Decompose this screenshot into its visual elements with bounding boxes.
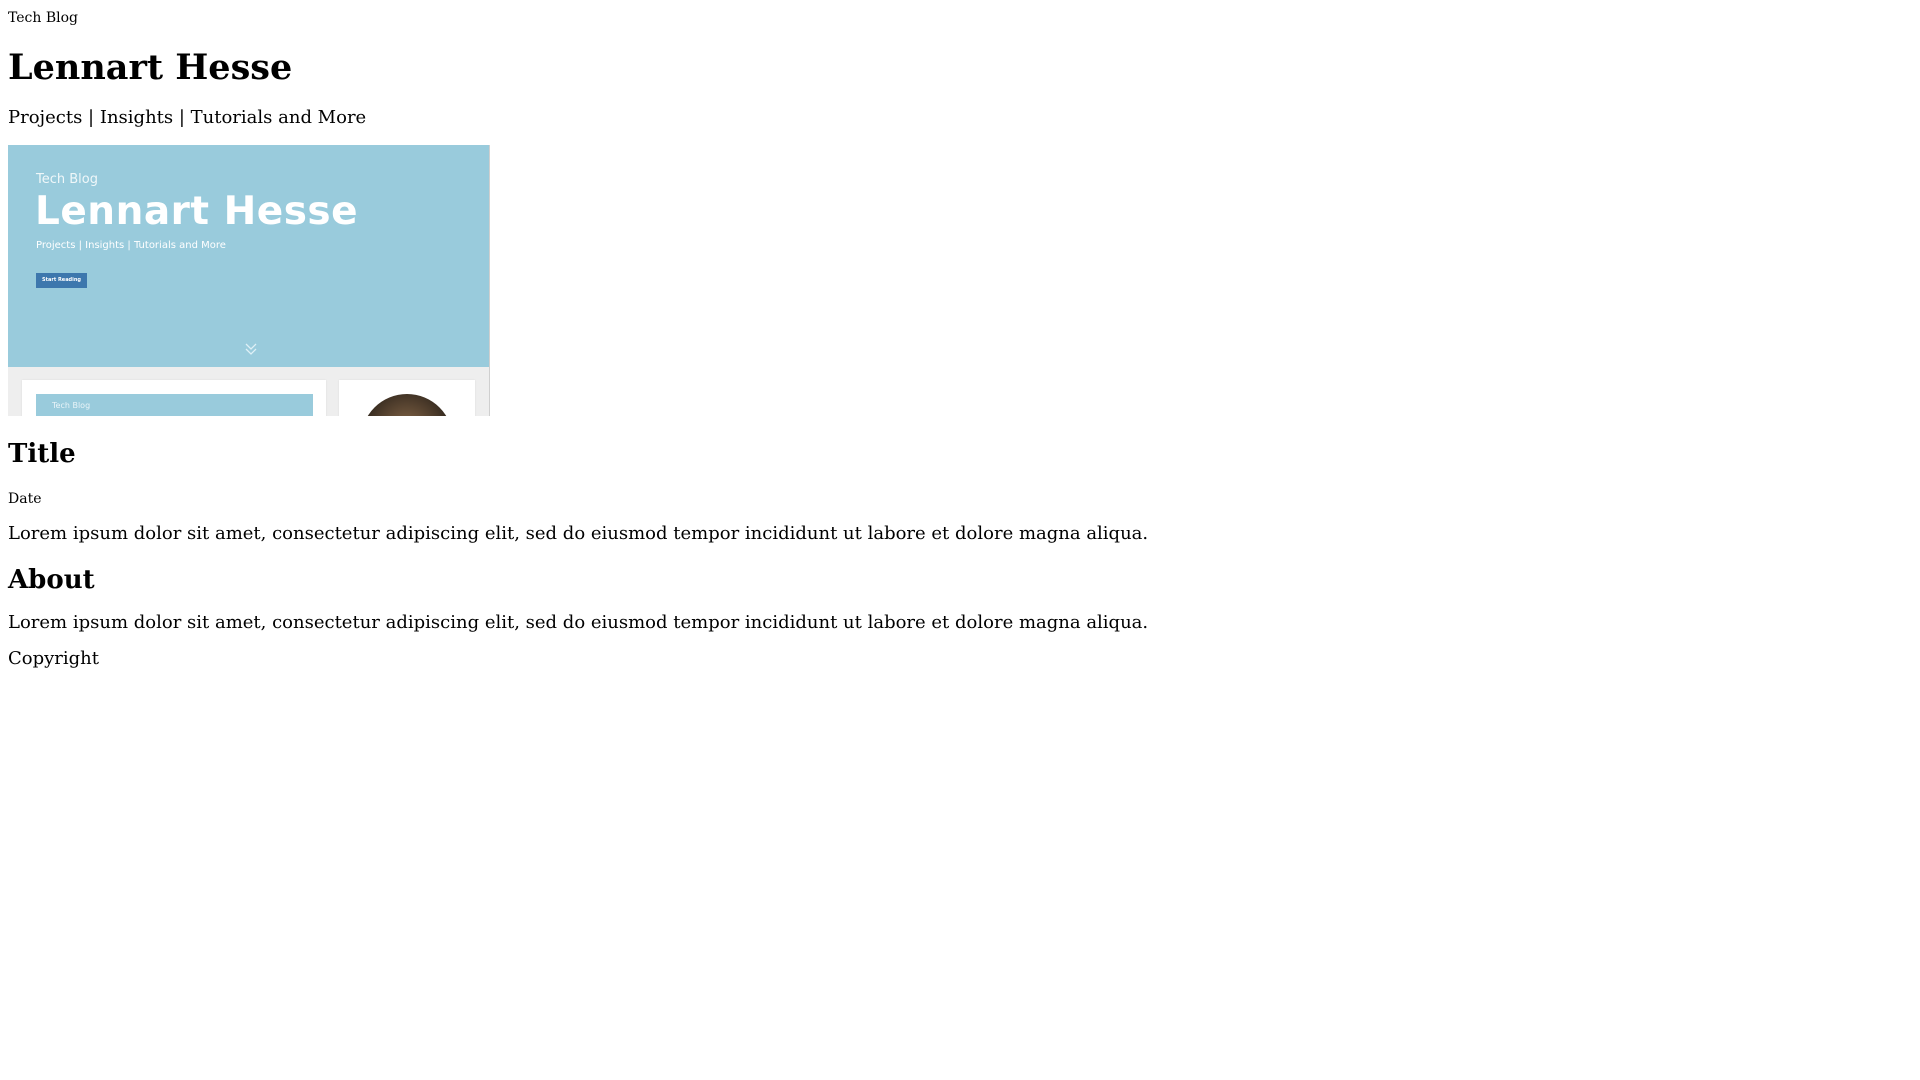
avatar	[361, 394, 453, 416]
post-date: Date	[8, 491, 42, 507]
preview-title: Lennart Hesse	[35, 189, 359, 234]
about-body: Lorem ipsum dolor sit amet, consectetur …	[8, 612, 1149, 633]
preview-hero: Tech Blog Lennart Hesse Projects | Insig…	[8, 145, 489, 367]
about-title: About	[8, 565, 95, 595]
preview-post-card: Tech Blog	[22, 380, 326, 416]
site-subtitle: Projects | Insights | Tutorials and More	[8, 107, 367, 128]
post-title: Title	[8, 439, 76, 469]
preview-start-reading-button: Start Reading	[36, 273, 87, 288]
site-title: Lennart Hesse	[8, 47, 293, 88]
preview-card-tag: Tech Blog	[52, 401, 91, 410]
chevron-down-icon	[245, 343, 257, 355]
preview-tag: Tech Blog	[36, 172, 98, 187]
preview-post-card-banner: Tech Blog	[36, 394, 313, 416]
footer-copyright: Copyright	[8, 648, 100, 669]
preview-subtitle: Projects | Insights | Tutorials and More	[36, 240, 226, 251]
preview-profile-card	[339, 380, 475, 416]
blog-screenshot-image: Tech Blog Lennart Hesse Projects | Insig…	[8, 145, 490, 416]
post-body: Lorem ipsum dolor sit amet, consectetur …	[8, 523, 1149, 544]
site-tag: Tech Blog	[8, 10, 78, 26]
